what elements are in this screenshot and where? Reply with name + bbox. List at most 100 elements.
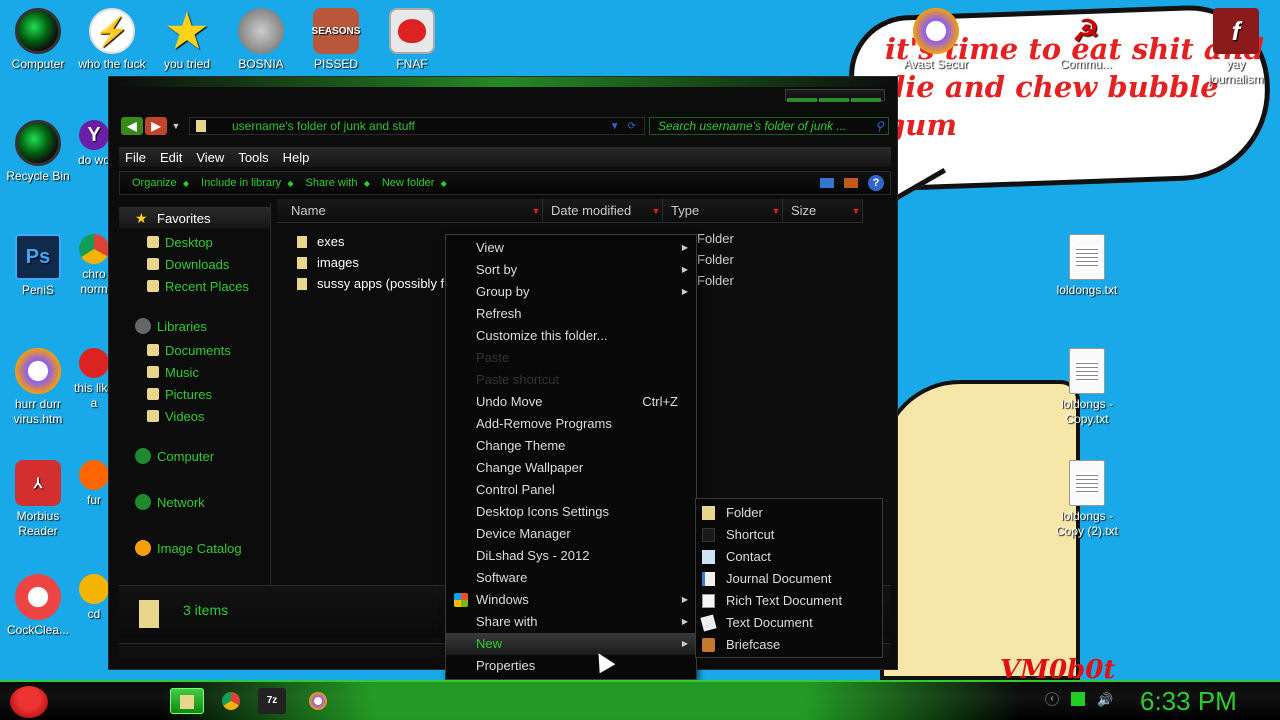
chevron-down-icon[interactable]: ▼	[610, 121, 620, 132]
column-dropdown-icon[interactable]: ▼	[530, 203, 542, 219]
menu-item-add-remove-programs[interactable]: Add-Remove Programs	[446, 413, 696, 435]
nav-favorites[interactable]: ★ Favorites	[119, 207, 270, 229]
menu-item-control-panel[interactable]: Control Panel	[446, 479, 696, 501]
nav-pictures[interactable]: Pictures	[119, 383, 270, 405]
menu-item-share-with[interactable]: Share with ▶	[446, 611, 696, 633]
menu-item-view[interactable]: View ▶	[446, 237, 696, 259]
help-icon[interactable]: ?	[868, 175, 884, 191]
folder-icon	[196, 120, 206, 132]
preview-pane-icon[interactable]	[844, 178, 858, 188]
shortcut-label: Ctrl+Z	[642, 394, 678, 409]
desktop-icon-who-the-fuck[interactable]: ⚡ who the fuck	[74, 8, 150, 72]
desktop-icon-computer[interactable]: Computer	[0, 8, 76, 72]
menu-edit[interactable]: Edit	[160, 150, 182, 165]
desktop-icon-penis[interactable]: Ps PeniS	[0, 234, 76, 298]
search-icon[interactable]: ⚲	[875, 119, 884, 133]
new-folder-button[interactable]: New folder	[382, 177, 447, 189]
desktop-icon-morbius-reader[interactable]: ⅄ Morbius Reader	[0, 460, 76, 539]
menu-item-change-wallpaper[interactable]: Change Wallpaper	[446, 457, 696, 479]
menu-item-device-manager[interactable]: Device Manager	[446, 523, 696, 545]
taskbar-explorer-button[interactable]	[170, 688, 204, 714]
desktop-icon-commu[interactable]: ☭ Commu...	[1048, 8, 1124, 72]
nav-music[interactable]: Music	[119, 361, 270, 383]
desktop-icon-you-tried[interactable]: ★ you tried	[149, 8, 225, 72]
menu-view[interactable]: View	[196, 150, 224, 165]
search-input[interactable]: Search username's folder of junk ... ⚲	[649, 117, 889, 135]
menu-file[interactable]: File	[125, 150, 146, 165]
new-journal-document-item[interactable]: Journal Document	[696, 568, 882, 590]
new-briefcase-item[interactable]: Briefcase	[696, 634, 882, 656]
folder-icon	[139, 600, 159, 628]
search-placeholder: Search username's folder of junk ...	[658, 119, 847, 133]
desktop-icon-cockcleaner[interactable]: CockClea...	[0, 574, 76, 638]
nav-downloads[interactable]: Downloads	[119, 253, 270, 275]
submenu-arrow-icon: ▶	[681, 639, 688, 648]
recent-pages-dropdown[interactable]: ▼	[171, 117, 181, 135]
column-dropdown-icon[interactable]: ▼	[850, 203, 862, 219]
taskbar-avast-browser-button[interactable]	[305, 688, 333, 714]
new-text-document-item[interactable]: Text Document	[696, 612, 882, 634]
menu-item-new[interactable]: New ▶	[446, 633, 696, 655]
menu-item-undo-move[interactable]: Undo Move Ctrl+Z	[446, 391, 696, 413]
new-contact-item[interactable]: Contact	[696, 546, 882, 568]
new-shortcut-item[interactable]: Shortcut	[696, 524, 882, 546]
taskbar-chrome-button[interactable]	[218, 688, 246, 714]
nav-videos[interactable]: Videos	[119, 405, 270, 427]
address-bar[interactable]: username's folder of junk and stuff ▼ ⟳	[189, 117, 645, 135]
include-in-library-button[interactable]: Include in library	[201, 177, 293, 189]
menu-item-software[interactable]: Software	[446, 567, 696, 589]
menu-item-properties[interactable]: Properties	[446, 655, 696, 677]
column-size[interactable]: Size ▼	[783, 199, 863, 223]
nav-libraries[interactable]: Libraries	[119, 315, 270, 337]
menu-item-refresh[interactable]: Refresh	[446, 303, 696, 325]
back-button[interactable]: ◀	[121, 117, 143, 135]
taskbar-7zip-button[interactable]: 7z	[258, 688, 286, 714]
nav-documents[interactable]: Documents	[119, 339, 270, 361]
column-date-modified[interactable]: Date modified ▼	[543, 199, 663, 223]
menu-item-windows[interactable]: Windows ▶	[446, 589, 696, 611]
nav-recent-places[interactable]: Recent Places	[119, 275, 270, 297]
menu-help[interactable]: Help	[283, 150, 310, 165]
nav-image-catalog[interactable]: Image Catalog	[119, 537, 270, 559]
column-dropdown-icon[interactable]: ▼	[650, 203, 662, 219]
menu-item-dilshad-sys[interactable]: DiLshad Sys - 2012	[446, 545, 696, 567]
menu-item-desktop-icons-settings[interactable]: Desktop Icons Settings	[446, 501, 696, 523]
briefcase-icon	[702, 638, 715, 652]
show-hidden-icons-icon[interactable]: ‹	[1045, 692, 1059, 706]
menu-item-sort-by[interactable]: Sort by ▶	[446, 259, 696, 281]
new-folder-item[interactable]: Folder	[696, 502, 882, 524]
clock[interactable]: 6:33 PM	[1140, 686, 1237, 717]
speaker-icon[interactable]: 🔊	[1097, 692, 1113, 707]
new-rich-text-document-item[interactable]: Rich Text Document	[696, 590, 882, 612]
menu-item-group-by[interactable]: Group by ▶	[446, 281, 696, 303]
menu-item-change-theme[interactable]: Change Theme	[446, 435, 696, 457]
change-view-icon[interactable]	[820, 178, 834, 188]
folder-icon	[180, 695, 194, 709]
share-with-button[interactable]: Share with	[305, 177, 369, 189]
forward-button[interactable]: ▶	[145, 117, 167, 135]
organize-button[interactable]: Organize	[132, 177, 189, 189]
nav-desktop[interactable]: Desktop	[119, 231, 270, 253]
start-button[interactable]	[10, 686, 48, 718]
column-type[interactable]: Type ▼	[663, 199, 783, 223]
menu-item-customize-folder[interactable]: Customize this folder...	[446, 325, 696, 347]
nav-computer[interactable]: Computer	[119, 445, 270, 467]
desktop-icon-pissed[interactable]: SEASONS PISSED	[298, 8, 374, 72]
desktop-icon-loldongs-copy[interactable]: loldongs - Copy.txt	[1048, 348, 1126, 427]
desktop-icon-loldongs[interactable]: loldongs.txt	[1048, 234, 1126, 298]
desktop-icon-avast[interactable]: Avast Secur	[898, 8, 974, 72]
power-icon[interactable]	[1071, 692, 1085, 706]
desktop-icon-yay-journalism[interactable]: f yay journalism	[1198, 8, 1274, 87]
desktop-icon-loldongs-copy-2[interactable]: loldongs - Copy (2).txt	[1048, 460, 1126, 539]
desktop-icon-recycle-bin[interactable]: Recycle Bin	[0, 120, 76, 184]
item-count: 3 items	[183, 602, 229, 618]
menu-tools[interactable]: Tools	[238, 150, 268, 165]
refresh-icon[interactable]: ⟳	[628, 121, 636, 132]
column-dropdown-icon[interactable]: ▼	[770, 203, 782, 219]
desktop-icon-bosnia[interactable]: BOSNIA	[223, 8, 299, 72]
nav-network[interactable]: Network	[119, 491, 270, 513]
column-name[interactable]: Name ▼	[277, 199, 543, 223]
desktop-icon-hurr-durr[interactable]: hurr durr virus.htm	[0, 348, 76, 427]
window-control-buttons[interactable]	[785, 89, 885, 102]
desktop-icon-fnaf[interactable]: FNAF	[374, 8, 450, 72]
